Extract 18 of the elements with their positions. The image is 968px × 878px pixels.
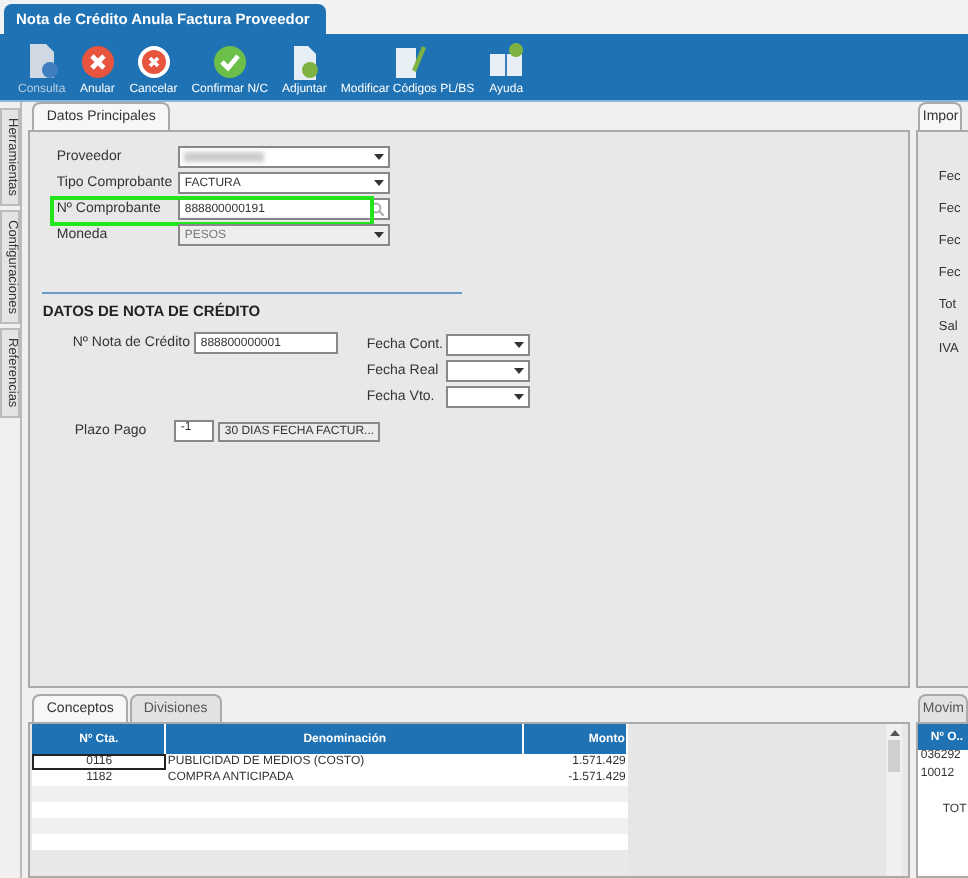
caret-icon (374, 154, 385, 160)
scrollbar[interactable] (886, 724, 903, 876)
dropdown-field[interactable] (178, 146, 391, 168)
check-icon (211, 42, 248, 82)
search-icon (370, 202, 385, 216)
book-icon (488, 42, 525, 82)
date-dropdown[interactable] (446, 360, 531, 382)
caret-icon (374, 232, 385, 238)
scrollbar-thumb[interactable] (888, 740, 901, 772)
caret-icon (374, 180, 385, 186)
date-dropdown[interactable] (446, 334, 531, 356)
date-dropdown[interactable] (446, 386, 531, 408)
caret-icon (514, 342, 525, 348)
cancel-icon (79, 42, 116, 82)
caret-icon (514, 394, 525, 400)
scroll-up-icon[interactable] (889, 730, 900, 736)
cancel-icon (135, 42, 172, 82)
caret-icon (514, 368, 525, 374)
